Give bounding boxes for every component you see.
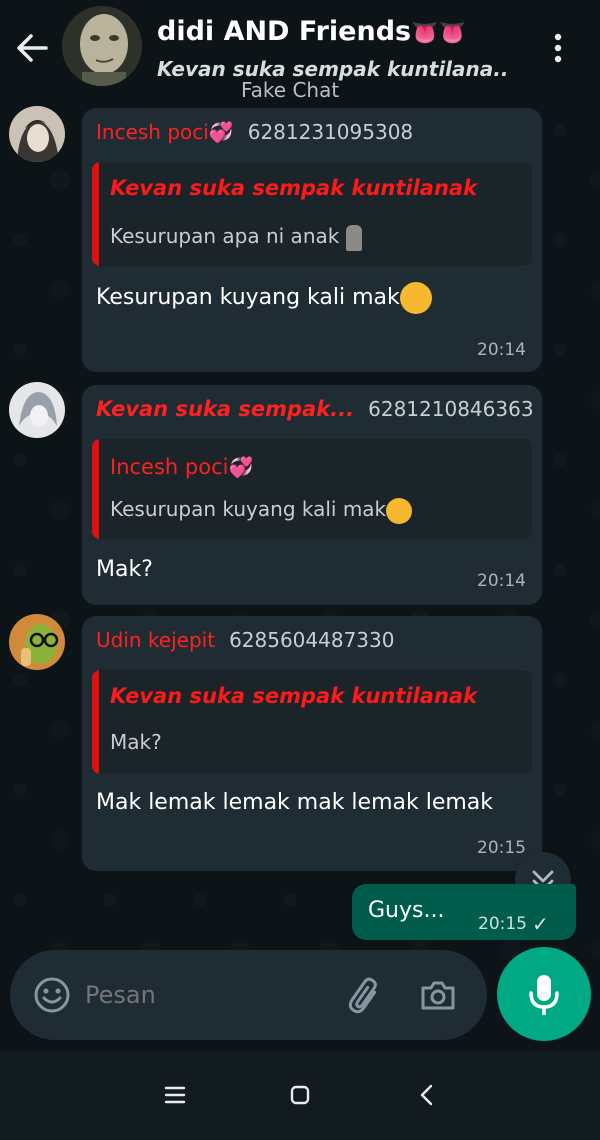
moai-emoji-icon [345, 224, 362, 251]
sender-phone: 6285604487330 [229, 628, 395, 652]
group-title-text: didi AND Friends [157, 16, 412, 47]
message-text: Mak? [96, 557, 153, 582]
message-bubble[interactable]: Kevan suka sempak... 6281210846363 Incesh… [82, 385, 542, 605]
hearts-emoji-icon: 💞 [228, 455, 254, 479]
home-icon[interactable] [285, 1080, 315, 1110]
message-composer[interactable] [10, 950, 487, 1040]
message-text-content: Kesurupan kuyang kali mak [96, 285, 400, 310]
message-text: Kesurupan kuyang kali mak [96, 282, 432, 314]
quote-text: Mak? [110, 730, 162, 754]
smiley-icon[interactable] [32, 975, 72, 1015]
sender-phone: 6281231095308 [247, 120, 414, 144]
quoted-message[interactable]: Kevan suka sempak kuntilanak Kesurupan a… [92, 162, 532, 266]
quote-text-content: Kesurupan apa ni anak [110, 224, 340, 248]
fake-chat-watermark: Fake Chat [241, 78, 340, 102]
avatar[interactable] [9, 106, 65, 162]
quote-bar [92, 670, 99, 774]
message-time: 20:14 [477, 340, 526, 360]
sender-line: Incesh poci💞 6281231095308 [96, 120, 413, 144]
sent-check-icon: ✓ [532, 912, 549, 936]
message-bubble[interactable]: Incesh poci💞 6281231095308 Kevan suka sem… [82, 108, 542, 372]
sender-line: Udin kejepit 6285604487330 [96, 628, 394, 652]
quote-bar [92, 162, 99, 266]
message-text: Guys... [368, 898, 445, 923]
quote-author: Kevan suka sempak kuntilanak [110, 176, 478, 200]
thinking-face-emoji-icon [399, 282, 432, 314]
more-vertical-icon[interactable] [548, 30, 568, 66]
recent-apps-icon[interactable] [160, 1080, 190, 1110]
message-time: 20:15 [478, 914, 527, 934]
quote-text: Kesurupan apa ni anak [110, 224, 362, 251]
avatar[interactable] [9, 382, 65, 438]
paperclip-icon[interactable] [345, 974, 385, 1016]
microphone-icon [529, 975, 559, 1015]
thinking-face-emoji-icon [386, 497, 413, 524]
chat-header: didi AND Friends👅👅 Kevan suka sempak kun… [0, 0, 600, 102]
back-nav-icon[interactable] [412, 1080, 442, 1110]
sender-name[interactable]: Incesh poci [96, 120, 209, 144]
system-navigation-bar [0, 1050, 600, 1140]
group-avatar[interactable] [62, 6, 142, 86]
quote-text: Kesurupan kuyang kali mak [110, 497, 413, 524]
quote-author: Incesh poci💞 [110, 455, 253, 479]
sender-name[interactable]: Udin kejepit [96, 628, 215, 652]
message-bubble[interactable]: Udin kejepit 6285604487330 Kevan suka sem… [82, 616, 542, 871]
back-arrow-icon[interactable] [14, 30, 50, 66]
avatar[interactable] [9, 614, 65, 670]
sender-name[interactable]: Kevan suka sempak... [96, 397, 354, 421]
voice-record-button[interactable] [497, 947, 591, 1041]
quoted-message[interactable]: Incesh poci💞 Kesurupan kuyang kali mak [92, 439, 532, 539]
quote-author: Kevan suka sempak kuntilanak [110, 684, 478, 708]
message-input[interactable] [83, 980, 327, 1010]
quote-text-content: Kesurupan kuyang kali mak [110, 497, 387, 521]
quote-bar [92, 439, 99, 539]
message-time: 20:14 [477, 571, 526, 591]
tongue-emoji-icon: 👅👅 [411, 21, 466, 46]
hearts-emoji-icon: 💞 [208, 120, 234, 144]
group-title[interactable]: didi AND Friends👅👅 [157, 16, 466, 47]
quoted-message[interactable]: Kevan suka sempak kuntilanak Mak? [92, 670, 532, 774]
message-text: Mak lemak lemak mak lemak lemak [96, 790, 494, 815]
sender-phone: 6281210846363 [368, 397, 534, 421]
quote-author-text: Incesh poci [110, 455, 229, 479]
sender-line: Kevan suka sempak... 6281210846363 [96, 397, 534, 421]
camera-icon[interactable] [418, 975, 458, 1015]
outgoing-message-bubble[interactable]: Guys... 20:15 ✓ [352, 884, 576, 940]
